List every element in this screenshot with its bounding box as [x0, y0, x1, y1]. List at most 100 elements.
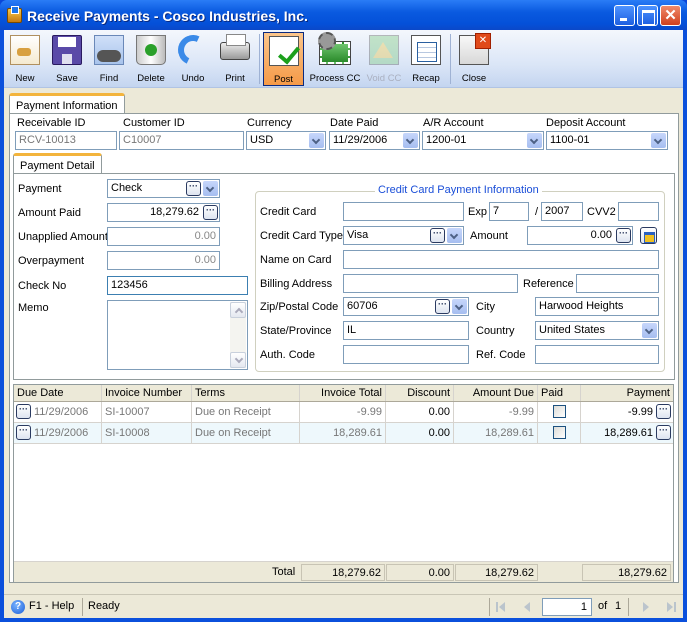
recap-button[interactable]: Recap: [406, 32, 446, 86]
close-window-button[interactable]: ✕: [660, 5, 681, 26]
payment-cell[interactable]: -9.99 ···: [581, 402, 673, 422]
state-field[interactable]: IL: [343, 321, 469, 340]
overpayment-field[interactable]: 0.00: [107, 251, 220, 270]
post-button[interactable]: Post: [263, 32, 304, 86]
col-invoice-number[interactable]: Invoice Number: [102, 385, 192, 401]
credit-card-icon[interactable]: [640, 227, 657, 244]
status-text: Ready: [88, 600, 120, 612]
title-bar[interactable]: Receive Payments - Cosco Industries, Inc…: [0, 0, 687, 30]
payment-value: -9.99: [627, 406, 653, 418]
save-icon: [52, 35, 82, 65]
table-row[interactable]: ··· 11/29/2006 SI-10008 Due on Receipt 18…: [14, 423, 673, 444]
ellipsis-icon[interactable]: ···: [16, 425, 31, 440]
name-on-card-field[interactable]: [343, 250, 659, 269]
date-paid-label: Date Paid: [330, 117, 379, 129]
discount-cell[interactable]: 0.00: [386, 423, 454, 443]
ellipsis-icon[interactable]: ···: [616, 228, 631, 243]
col-terms[interactable]: Terms: [192, 385, 300, 401]
void-cc-icon: [369, 35, 399, 65]
col-invoice-total[interactable]: Invoice Total: [300, 385, 386, 401]
help-icon[interactable]: ?: [11, 600, 25, 614]
tab-payment-detail[interactable]: Payment Detail: [13, 153, 102, 173]
scroll-up-icon[interactable]: [230, 302, 246, 318]
toolbar-separator: [450, 34, 451, 84]
country-select[interactable]: United States: [535, 321, 659, 340]
scroll-down-icon[interactable]: [230, 352, 246, 368]
ar-account-select[interactable]: 1200-01: [422, 131, 544, 150]
chevron-down-icon[interactable]: [527, 133, 542, 148]
paid-checkbox[interactable]: [553, 405, 566, 418]
overpayment-label: Overpayment: [18, 255, 85, 267]
maximize-button[interactable]: [637, 5, 658, 26]
print-button[interactable]: Print: [216, 32, 254, 86]
billing-address-field[interactable]: [343, 274, 518, 293]
chevron-down-icon[interactable]: [203, 181, 218, 196]
total-pages: 1: [615, 600, 622, 612]
memo-textarea[interactable]: [107, 300, 248, 370]
unapplied-amount-field[interactable]: 0.00: [107, 227, 220, 246]
customer-id-field[interactable]: C10007: [119, 131, 244, 150]
chevron-down-icon[interactable]: [452, 299, 467, 314]
credit-card-field[interactable]: [343, 202, 464, 221]
chevron-down-icon[interactable]: [642, 323, 657, 338]
chevron-down-icon[interactable]: [403, 133, 418, 148]
check-no-field[interactable]: 123456: [107, 276, 248, 295]
due-date-cell[interactable]: ··· 11/29/2006: [14, 402, 102, 422]
process-cc-button[interactable]: Process CC: [306, 32, 364, 86]
currency-select[interactable]: USD: [246, 131, 326, 150]
country-label: Country: [476, 325, 515, 337]
first-page-icon[interactable]: [496, 601, 508, 613]
col-due-date[interactable]: Due Date: [14, 385, 102, 401]
exp-year-field[interactable]: 2007: [541, 202, 583, 221]
ref-code-field[interactable]: [535, 345, 659, 364]
table-row[interactable]: ··· 11/29/2006 SI-10007 Due on Receipt -9…: [14, 402, 673, 423]
payment-cell[interactable]: 18,289.61 ···: [581, 423, 673, 443]
due-date-cell[interactable]: ··· 11/29/2006: [14, 423, 102, 443]
help-text[interactable]: F1 - Help: [29, 600, 74, 612]
ellipsis-icon[interactable]: ···: [656, 425, 671, 440]
chevron-down-icon[interactable]: [309, 133, 324, 148]
card-type-select[interactable]: Visa ···: [343, 226, 464, 245]
chevron-down-icon[interactable]: [447, 228, 462, 243]
col-amount-due[interactable]: Amount Due: [454, 385, 538, 401]
last-page-icon[interactable]: [664, 601, 676, 613]
deposit-account-select[interactable]: 1100-01: [546, 131, 668, 150]
date-paid-picker[interactable]: 11/29/2006: [329, 131, 420, 150]
minimize-button[interactable]: [614, 5, 635, 26]
col-discount[interactable]: Discount: [386, 385, 454, 401]
reference-field[interactable]: [576, 274, 659, 293]
exp-month-field[interactable]: 7: [489, 202, 529, 221]
tab-payment-information[interactable]: Payment Information: [9, 93, 125, 113]
cvv2-field[interactable]: [618, 202, 659, 221]
billing-address-label: Billing Address: [260, 278, 333, 290]
col-payment[interactable]: Payment: [581, 385, 673, 401]
next-page-icon[interactable]: [640, 601, 652, 613]
ellipsis-icon[interactable]: ···: [430, 228, 445, 243]
ellipsis-icon[interactable]: ···: [203, 205, 218, 220]
receivable-id-field[interactable]: RCV-10013: [15, 131, 117, 150]
delete-button[interactable]: Delete: [132, 32, 170, 86]
paid-checkbox[interactable]: [553, 426, 566, 439]
save-button[interactable]: Save: [48, 32, 86, 86]
cc-amount-field[interactable]: 0.00 ···: [527, 226, 633, 245]
col-paid[interactable]: Paid: [538, 385, 581, 401]
close-button[interactable]: Close: [454, 32, 494, 86]
amount-paid-field[interactable]: 18,279.62 ···: [107, 203, 220, 222]
ellipsis-icon[interactable]: ···: [16, 404, 31, 419]
ellipsis-icon[interactable]: ···: [656, 404, 671, 419]
city-field[interactable]: Harwood Heights: [535, 297, 659, 316]
page-number-input[interactable]: [542, 598, 592, 616]
ellipsis-icon[interactable]: ···: [186, 181, 201, 196]
ellipsis-icon[interactable]: ···: [435, 299, 450, 314]
zip-select[interactable]: 60706 ···: [343, 297, 469, 316]
discount-cell[interactable]: 0.00: [386, 402, 454, 422]
chevron-down-icon[interactable]: [651, 133, 666, 148]
payment-method-select[interactable]: Check ···: [107, 179, 220, 198]
find-button[interactable]: Find: [90, 32, 128, 86]
undo-button[interactable]: Undo: [173, 30, 213, 86]
void-cc-button[interactable]: Void CC: [364, 32, 404, 86]
memo-scrollbar[interactable]: [230, 302, 246, 368]
prev-page-icon[interactable]: [521, 601, 533, 613]
new-button[interactable]: New: [6, 32, 44, 86]
auth-code-field[interactable]: [343, 345, 469, 364]
